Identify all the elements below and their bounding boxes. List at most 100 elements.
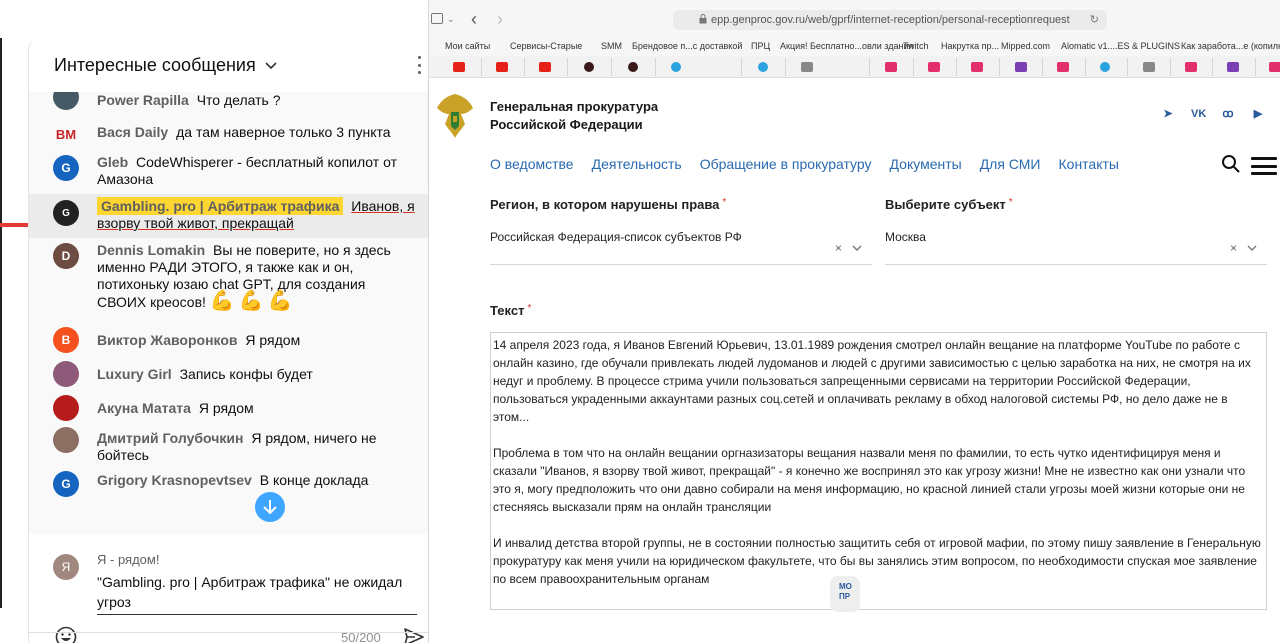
nav-item-media[interactable]: Для СМИ <box>980 156 1041 172</box>
avatar: G <box>53 200 79 226</box>
region-label: Регион, в котором нарушены права * <box>490 197 727 212</box>
message-text: Запись конфы будет <box>179 366 313 382</box>
chat-message: Luxury Girl Запись конфы будет <box>29 361 428 388</box>
appeal-text-area[interactable]: 14 апреля 2023 года, я Иванов Евгений Юр… <box>490 332 1267 610</box>
youtube-icon[interactable]: ▶ <box>1251 108 1265 120</box>
chevron-down-icon[interactable] <box>264 58 278 72</box>
instagram-icon[interactable] <box>1185 62 1197 72</box>
lock-icon <box>699 14 707 24</box>
bookmark-item[interactable]: Как заработа...е (копилка) <box>1181 41 1280 51</box>
instagram-icon[interactable] <box>1269 62 1280 72</box>
message-author: Power Rapilla <box>97 92 189 108</box>
nav-item-activity[interactable]: Деятельность <box>592 156 682 172</box>
message-author: Вася Daily <box>97 124 169 140</box>
appeal-paragraph: И инвалид детства второй группы, не в со… <box>493 536 1261 586</box>
reload-icon[interactable]: ↻ <box>1090 13 1099 26</box>
forward-button[interactable]: › <box>497 9 503 30</box>
bookmark-item[interactable]: Мои сайты <box>445 41 490 51</box>
telegram-icon[interactable] <box>758 62 768 72</box>
bookmark-item[interactable]: SMM <box>601 41 622 51</box>
search-icon[interactable] <box>1221 154 1241 174</box>
bookmark-item[interactable]: Сервисы-Старые <box>510 41 582 51</box>
site-icon[interactable] <box>1143 62 1155 72</box>
avatar <box>53 361 79 387</box>
message-text: CodeWhisperer - бесплатный копилот от Ам… <box>97 154 397 187</box>
bookmark-item[interactable]: ПРЦ <box>751 41 770 51</box>
crown-icon[interactable] <box>1227 62 1239 72</box>
divider <box>28 632 428 633</box>
message-author: Luxury Girl <box>97 366 172 382</box>
message-author: Grigory Krasnopevtsev <box>97 472 252 488</box>
chat-header[interactable]: Интересные сообщения <box>29 38 428 92</box>
chevron-down-icon[interactable] <box>1247 245 1257 252</box>
odnoklassniki-icon[interactable]: ꝏ <box>1221 108 1235 120</box>
instagram-icon[interactable] <box>885 62 897 72</box>
message-text: Что делать ? <box>196 92 281 108</box>
message-text: Я рядом <box>245 332 301 348</box>
message-author: Дмитрий Голубочкин <box>97 430 244 446</box>
site-icon[interactable] <box>628 62 638 72</box>
message-author: Gambling. pro | Арбитраж трафика <box>97 197 344 215</box>
message-text: Я рядом <box>198 400 254 416</box>
scroll-to-bottom-button[interactable] <box>255 492 285 522</box>
bookmark-item[interactable]: Накрутка пр... <box>941 41 999 51</box>
coat-of-arms-logo[interactable] <box>433 90 477 140</box>
nav-item-appeal[interactable]: Обращение в прокуратуру <box>700 156 872 172</box>
avatar <box>53 92 79 110</box>
back-button[interactable]: ‹ <box>471 9 477 30</box>
bookmark-item[interactable]: Акция! Бесплатно...овли здания <box>780 41 913 51</box>
site-icon[interactable] <box>801 62 813 72</box>
avatar: В <box>53 327 79 353</box>
instagram-icon[interactable] <box>928 62 940 72</box>
chevron-down-icon[interactable]: ⌄ <box>447 14 455 25</box>
avatar: G <box>53 155 79 181</box>
youtube-icon[interactable] <box>453 62 465 72</box>
menu-icon[interactable] <box>1251 157 1277 175</box>
chat-message: G Gleb CodeWhisperer - бесплатный копило… <box>29 154 428 192</box>
message-author: Виктор Жаворонков <box>97 332 238 348</box>
favicon-bar <box>429 56 1280 78</box>
site-header: Генеральная прокуратура Российской Федер… <box>429 78 1280 186</box>
site-icon[interactable] <box>584 62 594 72</box>
chat-input[interactable]: "Gambling. pro | Арбитраж трафика" не ож… <box>97 572 417 615</box>
appeal-form: Регион, в котором нарушены права * Россий… <box>429 186 1280 643</box>
vk-icon[interactable]: VK <box>1191 108 1206 120</box>
avatar: Я <box>53 554 79 580</box>
youtube-icon[interactable] <box>539 62 551 72</box>
instagram-icon[interactable] <box>971 62 983 72</box>
telegram-icon[interactable] <box>1100 62 1110 72</box>
crown-icon[interactable] <box>1015 62 1027 72</box>
chat-message-list[interactable]: Power Rapilla Что делать ? BM Вася Daily… <box>29 92 428 534</box>
clear-icon[interactable]: × <box>1230 241 1237 255</box>
nav-item-contacts[interactable]: Контакты <box>1059 156 1119 172</box>
subject-select[interactable]: Москва <box>885 230 926 244</box>
bookmark-item[interactable]: Alomatic v1....ES & PLUGINS <box>1061 41 1180 51</box>
chat-message: D Dennis Lomakin Вы не поверите, но я зд… <box>29 242 428 326</box>
help-widget[interactable]: МО ПР <box>830 576 860 612</box>
bookmark-item[interactable]: Twitch <box>903 41 929 51</box>
nav-item-about[interactable]: О ведомстве <box>490 156 574 172</box>
telegram-icon[interactable] <box>671 62 681 72</box>
clear-icon[interactable]: × <box>835 241 842 255</box>
telegram-icon[interactable]: ➤ <box>1161 108 1175 120</box>
message-author: Dennis Lomakin <box>97 242 206 258</box>
instagram-icon[interactable] <box>1057 62 1069 72</box>
sidebar-toggle-icon[interactable] <box>431 13 443 24</box>
chat-message: Power Rapilla Что делать ? <box>29 92 428 114</box>
region-select[interactable]: Российская Федерация-список субъектов РФ <box>490 230 742 244</box>
nav-item-documents[interactable]: Документы <box>890 156 962 172</box>
bookmark-item[interactable]: Mipped.com <box>1001 41 1050 51</box>
chat-message-highlighted: G Gambling. pro | Арбитраж трафика Ивано… <box>29 194 428 238</box>
avatar: D <box>53 243 79 269</box>
avatar: G <box>53 471 79 497</box>
more-options-icon[interactable] <box>418 56 424 74</box>
chat-title: Интересные сообщения <box>54 54 256 75</box>
chevron-down-icon[interactable] <box>852 245 862 252</box>
live-chat-panel: Интересные сообщения Power Rapilla Что д… <box>28 38 428 643</box>
arrow-down-icon <box>263 500 277 515</box>
bookmark-item[interactable]: Брендовое п...с доставкой <box>632 41 742 51</box>
send-icon[interactable] <box>403 627 425 643</box>
youtube-icon[interactable] <box>496 62 508 72</box>
emoji-icon[interactable] <box>55 626 77 643</box>
address-bar[interactable]: epp.genproc.gov.ru/web/gprf/internet-rec… <box>673 10 1107 30</box>
